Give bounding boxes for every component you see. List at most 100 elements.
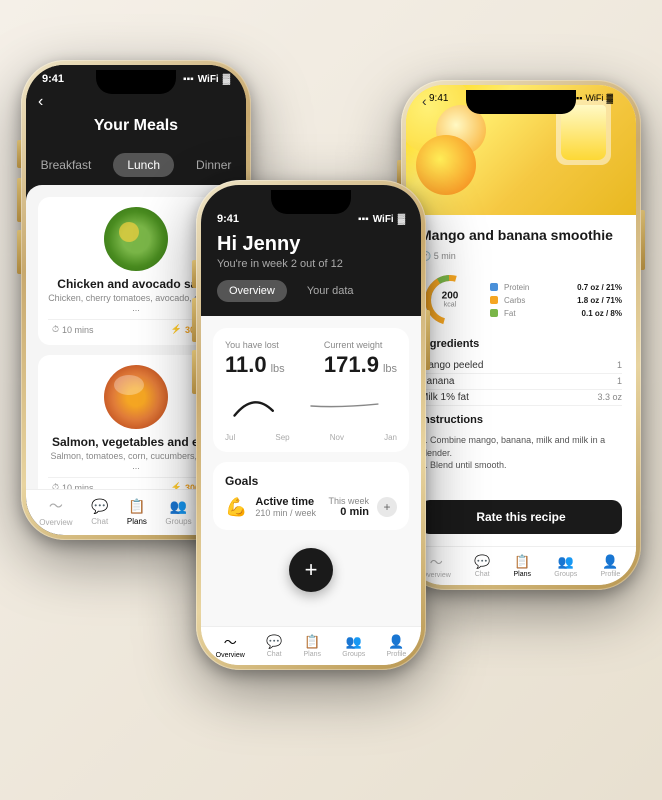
phone-2-vol-down-btn[interactable]	[192, 350, 196, 394]
ingredient-row-1: Mango peeled 1	[420, 358, 622, 374]
goal-week-value: 0 min	[328, 506, 369, 518]
wifi-icon: WiFi	[198, 74, 219, 85]
protein-row: Protein 0.7 oz / 21%	[490, 283, 622, 292]
weight-stat: Current weight 171.9 lbs	[324, 340, 397, 378]
nav-chat[interactable]: 💬 Chat	[91, 498, 108, 526]
carbs-dot	[490, 296, 498, 304]
wifi-icon-3: WiFi	[585, 93, 603, 104]
fab-button[interactable]: +	[289, 548, 333, 592]
tab-your-data[interactable]: Your data	[295, 280, 366, 302]
ingredient-row-2: Banana 1	[420, 374, 622, 390]
nav-groups-2[interactable]: 👥 Groups	[342, 634, 365, 658]
nav-plans-3[interactable]: 📋 Plans	[514, 554, 532, 578]
overview-icon: 〜	[49, 496, 63, 516]
weight-label: Current weight	[324, 340, 397, 350]
recipe-title: Mango and banana smoothie	[420, 227, 622, 243]
chart-label-sep: Sep	[275, 433, 289, 442]
fat-value: 0.1 oz / 8%	[582, 309, 622, 318]
overview-tabs: Overview Your data	[217, 280, 405, 302]
clock-icon-2: ⏱	[52, 482, 59, 489]
nav-overview-3[interactable]: 〜 Overview	[422, 552, 451, 579]
meal-image-1	[104, 207, 168, 271]
instructions-text: 1. Combine mango, banana, milk and milk …	[420, 434, 622, 472]
meal-tabs: Breakfast Lunch Dinner	[26, 145, 246, 185]
chat-icon-3: 💬	[474, 554, 490, 570]
notch-3	[481, 90, 561, 114]
nav-groups-3[interactable]: 👥 Groups	[554, 554, 577, 578]
lost-stat: You have lost 11.0 lbs	[225, 340, 285, 378]
groups-icon-3: 👥	[558, 554, 574, 570]
goals-card: Goals 💪 Active time 210 min / week This …	[213, 462, 409, 530]
meal-image-2	[104, 365, 168, 429]
recipe-back-btn[interactable]: ‹	[422, 93, 427, 109]
salad-image	[104, 207, 168, 271]
phone-1-vol-down-btn[interactable]	[17, 230, 21, 274]
ingredient-row-3: Milk 1% fat 3.3 oz	[420, 390, 622, 406]
fruit-shape-3	[416, 135, 476, 195]
nav-chat-3[interactable]: 💬 Chat	[474, 554, 490, 578]
plans-icon-3: 📋	[514, 554, 530, 570]
nav-plans[interactable]: 📋 Plans	[127, 498, 147, 526]
overview-screen: 9:41 ▪▪▪ WiFi ▓ Hi Jenny You're in week …	[201, 185, 421, 665]
ingredient-name-3: Milk 1% fat	[420, 392, 469, 403]
goal-add-button[interactable]: +	[377, 497, 397, 517]
clock-icon: ⏱	[52, 324, 59, 335]
week-subtitle: You're in week 2 out of 12	[217, 258, 405, 270]
chart-label-jan: Jan	[384, 433, 397, 442]
stats-row: You have lost 11.0 lbs Current weight 17…	[225, 340, 397, 378]
chart-label-jul: Jul	[225, 433, 235, 442]
wifi-icon-2: WiFi	[373, 214, 394, 225]
ingredient-qty-2: 1	[617, 376, 622, 387]
recipe-content: Mango and banana smoothie 🕐 5 min	[406, 215, 636, 546]
phone-2-power-btn[interactable]	[426, 310, 430, 370]
greeting: Hi Jenny	[217, 233, 405, 256]
chat-icon: 💬	[91, 498, 108, 515]
phone-1-mute-btn[interactable]	[17, 140, 21, 168]
nutrition-section: 200 kcal Protein 0.7 oz / 21%	[420, 270, 622, 330]
phone-1-vol-up-btn[interactable]	[17, 178, 21, 222]
bottom-nav-3: 〜 Overview 💬 Chat 📋 Plans 👥 Groups	[406, 546, 636, 585]
ingredient-qty-3: 3.3 oz	[597, 392, 622, 403]
overview-content: You have lost 11.0 lbs Current weight 17…	[201, 316, 421, 626]
signal-icon-2: ▪▪▪	[358, 214, 369, 225]
notch	[96, 70, 176, 94]
rate-recipe-button[interactable]: Rate this recipe	[420, 500, 622, 534]
signal-icon-3: ▪▪▪	[573, 93, 583, 104]
phone-3-power-btn[interactable]	[641, 210, 645, 270]
tab-breakfast[interactable]: Breakfast	[27, 153, 106, 177]
carbs-label: Carbs	[504, 296, 571, 305]
meals-header: ‹ Your Meals	[26, 89, 246, 145]
nav-profile-3[interactable]: 👤 Profile	[600, 554, 620, 578]
phone-2-vol-up-btn[interactable]	[192, 298, 196, 342]
nav-groups[interactable]: 👥 Groups	[165, 498, 191, 526]
fat-dot	[490, 309, 498, 317]
donut-label: 200 kcal	[442, 291, 459, 310]
goals-title: Goals	[225, 474, 397, 488]
back-button[interactable]: ‹	[38, 93, 43, 111]
recipe-time: 🕐 5 min	[420, 251, 622, 262]
lightning-icon: ⚡	[171, 324, 182, 335]
battery-icon-3: ▓	[606, 93, 613, 104]
lost-label: You have lost	[225, 340, 285, 350]
nav-overview[interactable]: 〜 Overview	[39, 496, 72, 527]
status-time-2: 9:41	[217, 213, 239, 225]
phone-2-mute-btn[interactable]	[192, 260, 196, 288]
recipe-screen: ‹ 9:41 ▪▪▪ WiFi ▓ Mango and banan	[406, 85, 636, 585]
nutrition-bars: Protein 0.7 oz / 21% Carbs 1.8 oz / 71% …	[490, 283, 622, 318]
fat-row: Fat 0.1 oz / 8%	[490, 309, 622, 318]
weight-unit: lbs	[383, 363, 397, 375]
nav-chat-2[interactable]: 💬 Chat	[266, 634, 282, 658]
nav-overview-2[interactable]: 〜 Overview	[216, 632, 245, 659]
tab-dinner[interactable]: Dinner	[182, 153, 245, 177]
tab-overview[interactable]: Overview	[217, 280, 287, 302]
notch-2	[271, 190, 351, 214]
nav-plans-2[interactable]: 📋 Plans	[304, 634, 322, 658]
tab-lunch[interactable]: Lunch	[113, 153, 174, 177]
recipe-status-icons: ▪▪▪ WiFi ▓	[573, 93, 613, 104]
chart-labels: Jul Sep Nov Jan	[225, 433, 397, 442]
nav-profile-2[interactable]: 👤 Profile	[386, 634, 406, 658]
fat-label: Fat	[504, 309, 576, 318]
lightning-icon-2: ⚡	[171, 482, 182, 489]
meals-title: Your Meals	[42, 117, 230, 135]
groups-icon-2: 👥	[346, 634, 362, 650]
